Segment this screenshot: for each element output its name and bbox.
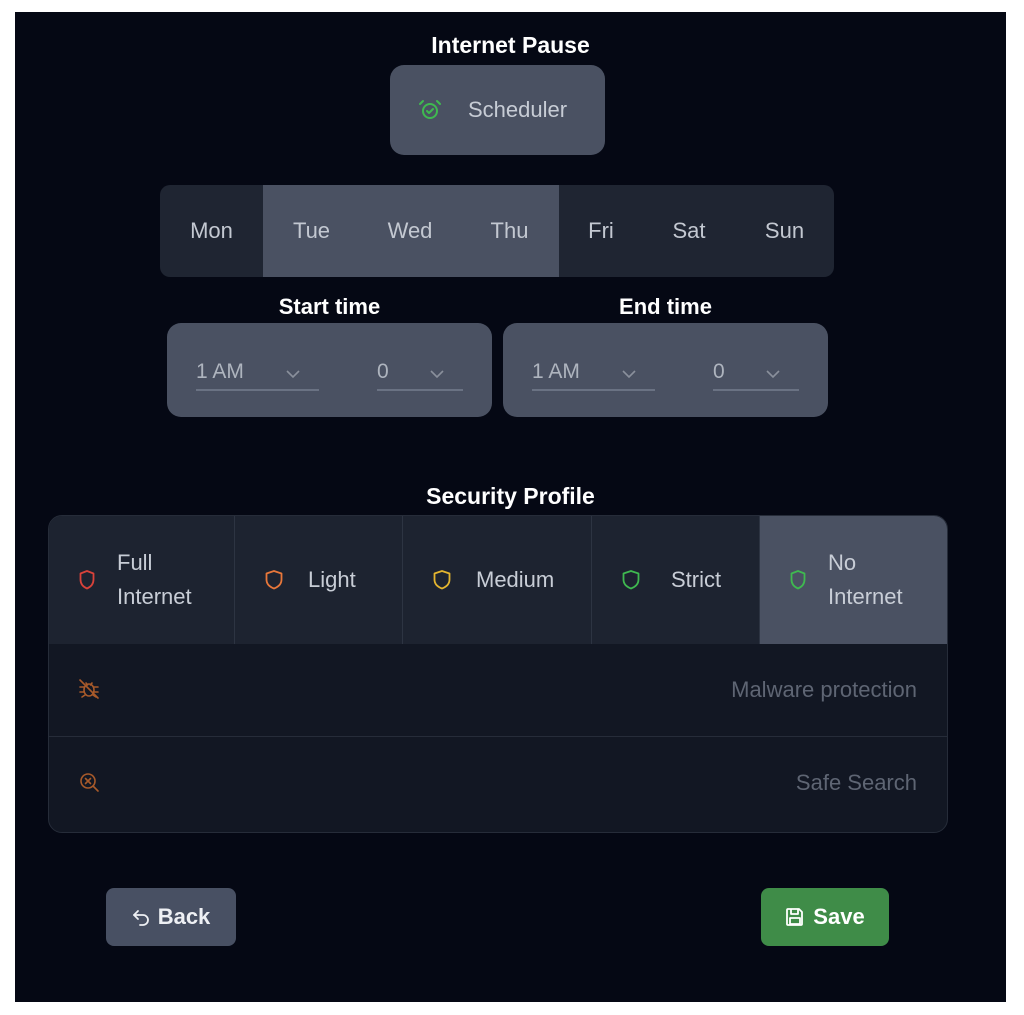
internet-pause-panel: Internet Pause Scheduler Mon Tue Wed Thu… bbox=[15, 12, 1006, 1002]
shield-icon bbox=[622, 570, 640, 590]
shield-icon bbox=[790, 570, 806, 590]
chevron-down-icon bbox=[429, 361, 445, 385]
chevron-down-icon bbox=[621, 361, 637, 385]
shield-icon bbox=[433, 570, 451, 590]
profile-no-internet[interactable]: No Internet bbox=[760, 516, 947, 644]
start-minute-select[interactable]: 0 bbox=[377, 355, 463, 391]
day-sat[interactable]: Sat bbox=[643, 185, 735, 277]
day-fri[interactable]: Fri bbox=[559, 185, 643, 277]
search-x-icon bbox=[78, 771, 100, 793]
day-selector: Mon Tue Wed Thu Fri Sat Sun bbox=[160, 185, 834, 277]
malware-protection-row: Malware protection bbox=[49, 644, 947, 736]
save-button[interactable]: Save bbox=[761, 888, 889, 946]
back-button[interactable]: Back bbox=[106, 888, 236, 946]
profile-label: Medium bbox=[476, 567, 555, 592]
day-mon[interactable]: Mon bbox=[160, 185, 263, 277]
page-title: Internet Pause bbox=[431, 32, 590, 58]
safe-search-row: Safe Search bbox=[49, 737, 947, 829]
back-label: Back bbox=[157, 904, 211, 929]
start-hour-value: 1 AM bbox=[196, 360, 244, 383]
chevron-down-icon bbox=[285, 361, 301, 385]
scheduler-button[interactable]: Scheduler bbox=[390, 65, 605, 155]
end-hour-select[interactable]: 1 AM bbox=[532, 355, 655, 391]
start-time-box: 1 AM 0 bbox=[167, 323, 492, 417]
alarm-clock-icon bbox=[418, 98, 442, 122]
profile-medium[interactable]: Medium bbox=[403, 516, 592, 644]
profile-strict[interactable]: Strict bbox=[592, 516, 760, 644]
end-time-label: End time bbox=[619, 294, 712, 319]
start-minute-value: 0 bbox=[377, 360, 389, 383]
malware-protection-label: Malware protection bbox=[731, 677, 917, 702]
bug-off-icon bbox=[78, 678, 100, 700]
floppy-disk-icon bbox=[785, 907, 805, 927]
day-wed[interactable]: Wed bbox=[360, 185, 460, 277]
security-profile-title: Security Profile bbox=[426, 483, 595, 509]
day-tue[interactable]: Tue bbox=[263, 185, 360, 277]
profile-light[interactable]: Light bbox=[235, 516, 403, 644]
day-thu[interactable]: Thu bbox=[460, 185, 559, 277]
end-minute-select[interactable]: 0 bbox=[713, 355, 799, 391]
save-label: Save bbox=[813, 904, 865, 929]
start-hour-select[interactable]: 1 AM bbox=[196, 355, 319, 391]
end-hour-value: 1 AM bbox=[532, 360, 580, 383]
profile-label: Light bbox=[308, 567, 356, 592]
security-profile-card: Full Internet Light Medium Strict No Int… bbox=[48, 515, 948, 833]
day-sun[interactable]: Sun bbox=[735, 185, 834, 277]
profile-full-internet[interactable]: Full Internet bbox=[49, 516, 235, 644]
safe-search-label: Safe Search bbox=[795, 770, 917, 795]
profile-label: Strict bbox=[671, 567, 722, 592]
profile-label-line2: Internet bbox=[117, 584, 192, 609]
profile-tabs: Full Internet Light Medium Strict No Int… bbox=[49, 516, 947, 644]
undo-arrow-icon bbox=[132, 908, 150, 926]
scheduler-label: Scheduler bbox=[468, 97, 568, 122]
end-time-box: 1 AM 0 bbox=[503, 323, 828, 417]
chevron-down-icon bbox=[765, 361, 781, 385]
end-minute-value: 0 bbox=[713, 360, 725, 383]
shield-icon bbox=[79, 570, 95, 590]
profile-label-line1: No bbox=[828, 550, 857, 575]
profile-label-line1: Full bbox=[117, 550, 153, 575]
start-time-label: Start time bbox=[278, 294, 381, 319]
shield-icon bbox=[265, 570, 283, 590]
profile-label-line2: Internet bbox=[828, 584, 903, 609]
